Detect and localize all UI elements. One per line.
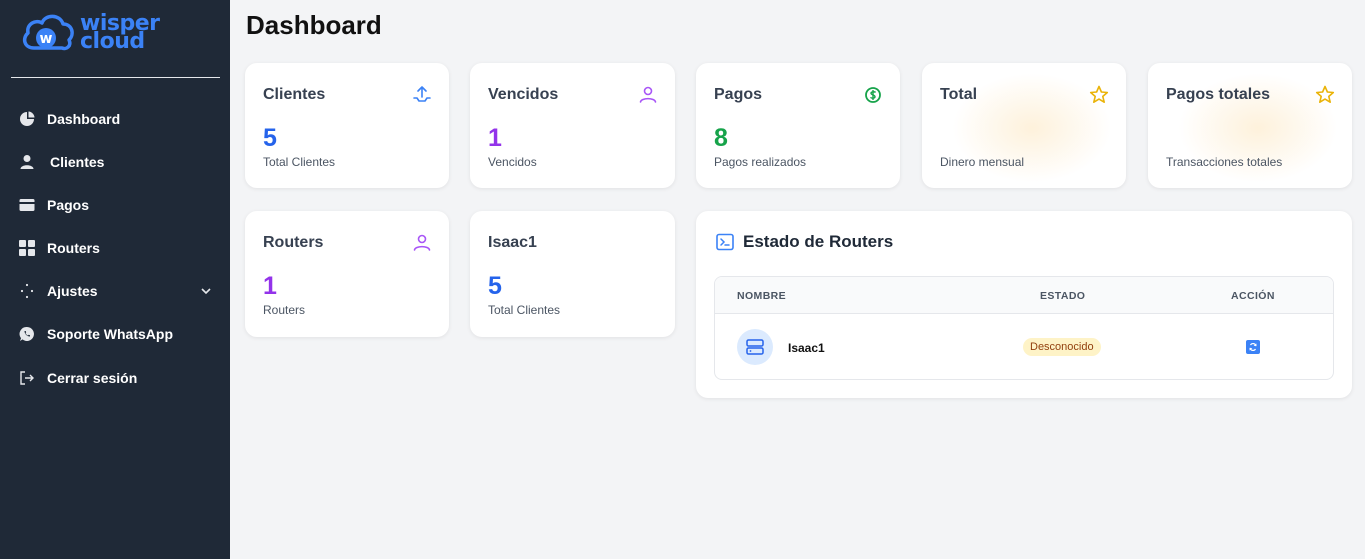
- sidebar-item-clientes[interactable]: Clientes: [18, 147, 218, 177]
- sidebar-item-label: Cerrar sesión: [47, 370, 138, 386]
- star-icon: [1089, 85, 1109, 103]
- card-title: Isaac1: [488, 234, 537, 251]
- card-title: Clientes: [263, 86, 326, 103]
- star-icon: [1315, 85, 1335, 103]
- card-vencidos[interactable]: Vencidos 1 Vencidos: [470, 63, 675, 188]
- card-value: 1: [263, 272, 277, 300]
- card-title: Routers: [263, 234, 324, 251]
- card-subtitle: Dinero mensual: [940, 155, 1025, 169]
- card-clientes[interactable]: Clientes 5 Total Clientes: [245, 63, 449, 188]
- card-value: 5: [263, 124, 277, 152]
- chevron-down-icon[interactable]: [200, 284, 212, 302]
- card-title: Total: [940, 86, 978, 103]
- card-isaac1[interactable]: Isaac1 5 Total Clientes: [470, 211, 675, 337]
- routers-status-panel: Estado de Routers NOMBRE ESTADO ACCIÓN I…: [696, 211, 1352, 398]
- routers-table: NOMBRE ESTADO ACCIÓN Isaac1 Desconocido: [714, 276, 1334, 380]
- sidebar-item-label: Soporte WhatsApp: [47, 326, 173, 342]
- sidebar-item-pagos[interactable]: Pagos: [18, 190, 218, 220]
- credit-card-icon: [18, 196, 36, 214]
- card-subtitle: Transacciones totales: [1166, 155, 1283, 169]
- sidebar-item-label: Routers: [47, 240, 100, 256]
- svg-text:w: w: [40, 31, 53, 47]
- card-subtitle: Vencidos: [488, 155, 537, 169]
- column-header-nombre: NOMBRE: [737, 290, 787, 302]
- sidebar: w wisper cloud Dashboard Clientes Pagos …: [0, 0, 230, 559]
- card-total[interactable]: Total Dinero mensual: [922, 63, 1126, 188]
- sidebar-item-routers[interactable]: Routers: [18, 233, 218, 263]
- user-outline-icon: [639, 86, 657, 103]
- brand-logo[interactable]: w wisper cloud: [20, 10, 170, 56]
- logout-icon: [18, 369, 36, 387]
- card-pagos[interactable]: Pagos 8 Pagos realizados: [696, 63, 900, 188]
- terminal-icon: [716, 233, 734, 251]
- card-subtitle: Pagos realizados: [714, 155, 807, 169]
- sidebar-divider: [11, 77, 220, 78]
- sidebar-item-label: Ajustes: [47, 283, 98, 299]
- sidebar-item-ajustes[interactable]: Ajustes: [18, 276, 218, 306]
- page-title: Dashboard: [246, 10, 382, 40]
- grid-icon: [18, 239, 36, 257]
- user-outline-icon: [413, 234, 431, 251]
- brand-name: wisper cloud: [80, 13, 160, 53]
- card-title: Pagos totales: [1166, 86, 1271, 103]
- sidebar-item-label: Dashboard: [47, 111, 121, 127]
- pie-chart-icon: [18, 110, 36, 128]
- refresh-button[interactable]: [1246, 340, 1260, 354]
- router-name: Isaac1: [788, 341, 825, 355]
- card-subtitle: Routers: [263, 303, 306, 317]
- card-title: Vencidos: [488, 86, 559, 103]
- cloud-logo-icon: w: [22, 14, 74, 51]
- sidebar-item-label: Clientes: [50, 154, 105, 170]
- sidebar-item-soporte-whatsapp[interactable]: Soporte WhatsApp: [18, 319, 218, 349]
- card-value: 5: [488, 272, 502, 300]
- table-row: Isaac1 Desconocido: [715, 315, 1333, 379]
- upload-share-icon: [413, 86, 431, 102]
- card-subtitle: Total Clientes: [488, 303, 561, 317]
- card-routers[interactable]: Routers 1 Routers: [245, 211, 449, 337]
- card-title: Pagos: [714, 86, 763, 103]
- dollar-circle-icon: [865, 87, 881, 103]
- card-subtitle: Total Clientes: [263, 155, 336, 169]
- user-icon: [18, 153, 36, 171]
- server-icon: [737, 329, 773, 365]
- refresh-icon: [1249, 342, 1257, 352]
- status-badge: Desconocido: [1023, 338, 1101, 356]
- card-pagos-totales[interactable]: Pagos totales Transacciones totales: [1148, 63, 1352, 188]
- card-value: 8: [714, 124, 728, 152]
- table-header: NOMBRE ESTADO ACCIÓN: [715, 277, 1333, 314]
- sidebar-item-dashboard[interactable]: Dashboard: [18, 104, 218, 134]
- sidebar-item-label: Pagos: [47, 197, 90, 213]
- settings-icon: [18, 282, 36, 300]
- card-value: 1: [488, 124, 502, 152]
- whatsapp-icon: [18, 325, 36, 343]
- column-header-estado: ESTADO: [1040, 290, 1086, 302]
- panel-title: Estado de Routers: [743, 232, 894, 251]
- column-header-accion: ACCIÓN: [1231, 290, 1275, 302]
- sidebar-item-cerrar-sesion[interactable]: Cerrar sesión: [18, 363, 218, 393]
